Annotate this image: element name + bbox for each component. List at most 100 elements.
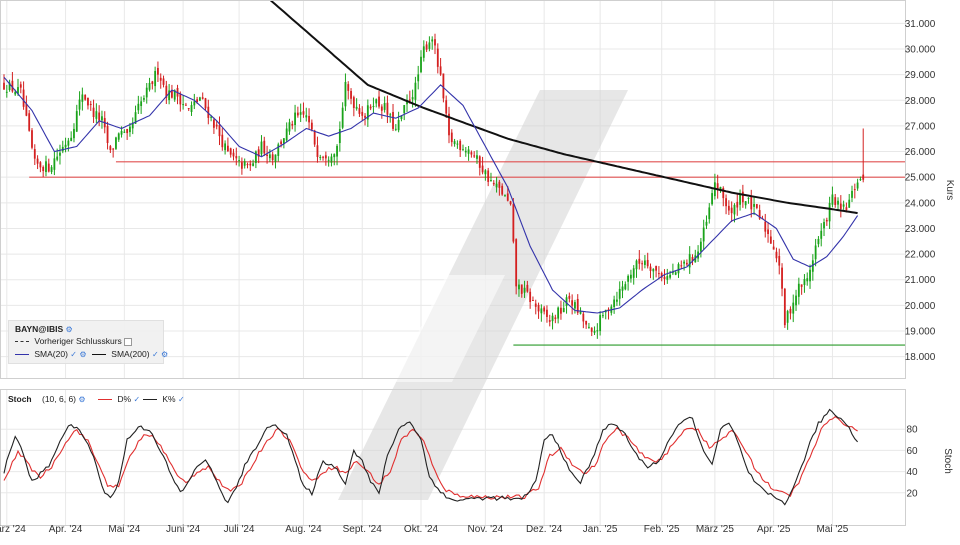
candle-body — [120, 131, 123, 135]
candle-body — [73, 128, 75, 139]
candle-body — [355, 106, 358, 109]
y-tick-label: 21.000 — [905, 275, 936, 286]
candle-body — [783, 288, 786, 326]
settings-icon[interactable]: ⚙ — [66, 325, 73, 334]
candle-body — [190, 105, 193, 112]
x-tick-label: Juni '24 — [166, 524, 201, 535]
candle-body — [557, 307, 560, 319]
candle-body — [280, 141, 282, 145]
candle-body — [434, 39, 436, 46]
legend-title: BAYN@IBIS — [15, 324, 64, 334]
checkbox-icon[interactable] — [124, 337, 133, 346]
candle-body — [322, 156, 324, 158]
y-tick-label: 20.000 — [905, 301, 936, 312]
check-icon[interactable]: ✓ — [70, 350, 77, 359]
candle-body — [786, 311, 789, 323]
candle-body — [602, 315, 604, 317]
candle-body — [89, 104, 92, 106]
candle-body — [39, 162, 42, 168]
candle-body — [350, 90, 352, 99]
candle-body — [467, 149, 470, 154]
candle-body — [64, 144, 67, 148]
candle-body — [115, 137, 117, 149]
candle-body — [574, 302, 576, 309]
candle-body — [25, 103, 28, 116]
candle-body — [828, 203, 831, 222]
x-tick-label: Okt. '24 — [404, 524, 439, 535]
candle-body — [711, 193, 713, 205]
candle-body — [294, 112, 296, 126]
candle-body — [193, 101, 196, 106]
check-icon[interactable]: ✓ — [152, 350, 159, 359]
candle-body — [501, 185, 504, 195]
candle-body — [546, 309, 548, 317]
candle-body — [509, 201, 512, 205]
candle-body — [28, 113, 31, 131]
candle-body — [571, 300, 574, 306]
candle-body — [378, 96, 380, 107]
candle-body — [417, 74, 420, 82]
candle-body — [299, 112, 302, 115]
y-tick-label: 18.000 — [905, 352, 936, 363]
candle-body — [369, 106, 372, 109]
candle-body — [741, 191, 744, 203]
candle-body — [249, 163, 252, 166]
candle-body — [397, 120, 400, 131]
candle-body — [268, 154, 271, 159]
candle-body — [296, 112, 299, 116]
check-icon[interactable]: ✓ — [133, 395, 140, 404]
candle-body — [817, 238, 820, 245]
candle-body — [140, 101, 143, 106]
y-tick-label: 22.000 — [905, 250, 936, 261]
candle-body — [271, 154, 274, 161]
candle-body — [129, 126, 131, 133]
candle-body — [792, 302, 795, 314]
legend-sma20: SMA(20) — [34, 349, 68, 359]
candle-body — [744, 201, 747, 206]
candle-body — [274, 154, 277, 162]
candle-body — [352, 97, 355, 108]
candle-body — [238, 160, 241, 162]
check-icon[interactable]: ✓ — [178, 395, 185, 404]
indicator-k-label: K% — [162, 394, 176, 404]
settings-icon[interactable]: ⚙ — [79, 350, 86, 359]
candle-body — [498, 181, 501, 188]
candle-body — [618, 288, 621, 299]
candle-body — [420, 56, 422, 73]
candle-body — [666, 276, 669, 280]
y-tick-label: 23.000 — [905, 224, 936, 235]
candle-body — [837, 200, 839, 205]
candle-body — [630, 274, 632, 279]
candle-body — [825, 219, 828, 222]
candle-body — [767, 229, 769, 235]
candle-body — [425, 44, 428, 50]
candle-body — [450, 132, 453, 143]
y-axis-label: Kurs — [944, 180, 955, 201]
candle-body — [632, 268, 635, 278]
indicator-params: (10, 6, 6) — [42, 394, 77, 404]
settings-icon[interactable]: ⚙ — [161, 350, 168, 359]
candle-body — [590, 327, 593, 332]
candle-body — [655, 265, 658, 271]
candle-body — [529, 291, 532, 303]
candle-body — [657, 273, 660, 275]
candle-body — [137, 103, 140, 111]
settings-icon[interactable]: ⚙ — [78, 395, 85, 404]
candle-body — [470, 152, 473, 155]
candle-body — [285, 128, 288, 141]
candle-body — [411, 97, 414, 100]
candle-body — [87, 97, 89, 106]
candle-body — [185, 104, 187, 106]
candle-body — [101, 116, 103, 121]
candle-body — [523, 287, 526, 293]
candle-body — [859, 179, 862, 181]
candle-body — [814, 245, 817, 260]
candle-body — [484, 170, 487, 175]
candle-body — [50, 167, 53, 173]
candle-body — [361, 111, 364, 116]
candle-body — [204, 98, 207, 109]
candle-body — [243, 161, 246, 166]
candle-body — [254, 151, 257, 163]
candle-body — [492, 182, 495, 185]
candle-body — [42, 166, 45, 172]
